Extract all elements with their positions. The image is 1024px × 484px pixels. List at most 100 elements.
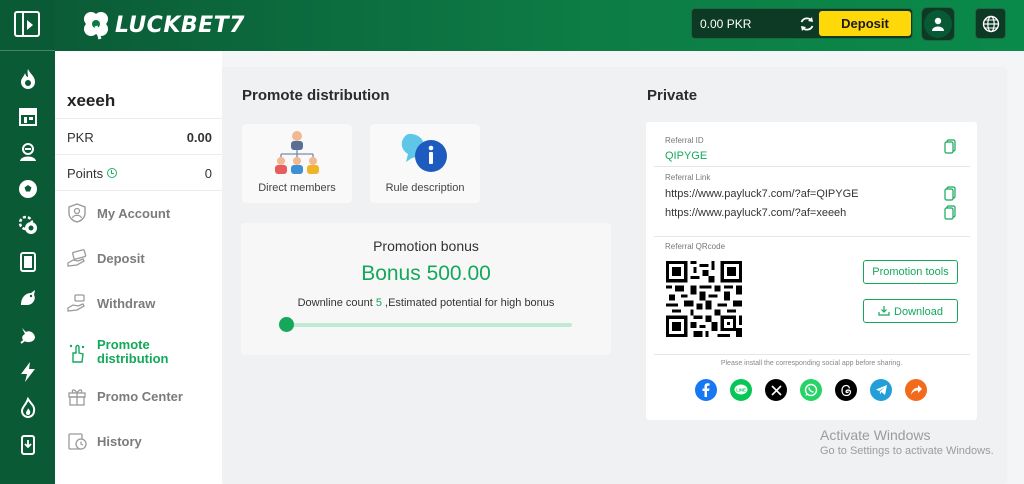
bonus-progress-track bbox=[283, 323, 572, 327]
downline-suffix: ,Estimated potential for high bonus bbox=[385, 297, 555, 309]
sidebar-item-promo-center[interactable]: Promo Center bbox=[55, 376, 222, 416]
downline-prefix: Downline count bbox=[297, 297, 373, 309]
sidebar-item-label: My Account bbox=[97, 206, 171, 221]
watermark-line-1: Activate Windows bbox=[820, 427, 931, 443]
direct-members-card[interactable]: Direct members bbox=[242, 124, 352, 203]
account-sidebar: xeeeh PKR 0.00 Points 0 My Account Depos… bbox=[55, 51, 222, 484]
rail-divider bbox=[0, 50, 55, 51]
divider bbox=[654, 354, 970, 355]
currency-value: 0.00 bbox=[186, 130, 212, 145]
rule-description-card[interactable]: Rule description bbox=[370, 124, 480, 203]
clock-info-icon[interactable] bbox=[107, 168, 118, 178]
download-label: Download bbox=[894, 305, 943, 318]
sidebar-item-label: Promo Center bbox=[97, 389, 183, 404]
sidebar-item-withdraw[interactable]: Withdraw bbox=[55, 283, 222, 323]
bonus-value: Bonus 500.00 bbox=[361, 262, 491, 285]
avatar[interactable] bbox=[921, 7, 955, 41]
main-content: Promote distribution Direct members Rule… bbox=[222, 67, 1007, 484]
gift-icon bbox=[68, 389, 86, 406]
facebook-icon[interactable] bbox=[695, 379, 717, 401]
sidebar-item-label: Deposit bbox=[97, 251, 145, 266]
user-shield-icon bbox=[68, 203, 86, 223]
sidebar-item-my-account[interactable]: My Account bbox=[55, 193, 222, 233]
promote-title: Promote distribution bbox=[242, 87, 390, 104]
threads-icon[interactable] bbox=[835, 379, 857, 401]
cards-icon[interactable] bbox=[15, 249, 41, 275]
sidebar-item-label: History bbox=[97, 434, 142, 449]
download-button[interactable]: Download bbox=[863, 299, 958, 323]
user-avatar-circle bbox=[924, 10, 952, 38]
promotion-bonus-card: Promotion bonus Bonus 500.00 Downline co… bbox=[241, 223, 611, 355]
team-hierarchy-icon bbox=[275, 131, 319, 174]
store-icon[interactable] bbox=[15, 103, 41, 129]
download-app-icon[interactable] bbox=[15, 432, 41, 458]
username: xeeeh bbox=[67, 91, 116, 110]
referral-link-2: https://www.payluck7.com/?af=xeeeh bbox=[665, 207, 847, 219]
watermark-line-2: Go to Settings to activate Windows. bbox=[820, 445, 994, 457]
refresh-icon[interactable] bbox=[798, 15, 816, 33]
svg-text:LINE: LINE bbox=[736, 387, 746, 392]
copy-icon[interactable] bbox=[944, 205, 956, 220]
balance-box: 0.00 PKR Deposit bbox=[691, 8, 913, 39]
language-button[interactable] bbox=[975, 8, 1006, 39]
divider bbox=[654, 166, 970, 167]
points-label: Points bbox=[67, 166, 104, 181]
balance-amount: 0.00 PKR bbox=[700, 17, 752, 31]
sidebar-toggle-icon[interactable] bbox=[14, 11, 40, 37]
bonus-progress-thumb[interactable] bbox=[279, 317, 294, 332]
flame-icon[interactable] bbox=[15, 395, 41, 421]
deposit-hand-icon bbox=[67, 249, 87, 267]
logo[interactable]: LUCKBET7 bbox=[79, 6, 245, 44]
chips-icon[interactable] bbox=[15, 212, 41, 238]
fire-icon[interactable] bbox=[15, 66, 41, 92]
copy-icon[interactable] bbox=[944, 139, 956, 154]
history-icon bbox=[68, 433, 87, 450]
logo-text: LUCKBET7 bbox=[115, 12, 245, 38]
x-icon[interactable] bbox=[765, 379, 787, 401]
fighting-cock-icon[interactable] bbox=[15, 322, 41, 348]
copy-icon[interactable] bbox=[944, 186, 956, 201]
promotion-tools-button[interactable]: Promotion tools bbox=[863, 260, 958, 284]
direct-members-label: Direct members bbox=[258, 182, 336, 194]
bonus-label: Promotion bonus bbox=[373, 238, 479, 254]
withdraw-hand-icon bbox=[67, 294, 85, 312]
share-icon[interactable] bbox=[905, 379, 927, 401]
left-icon-rail bbox=[0, 0, 55, 484]
live-dealer-icon[interactable] bbox=[15, 139, 41, 165]
referral-id-value: QIPYGE bbox=[665, 150, 708, 162]
menu-divider bbox=[55, 190, 222, 191]
sidebar-item-history[interactable]: History bbox=[55, 421, 222, 461]
downline-count: 5 bbox=[375, 297, 382, 309]
user-icon bbox=[932, 17, 944, 31]
downline-text: Downline count 5 ,Estimated potential fo… bbox=[241, 297, 611, 309]
clover-logo-icon bbox=[84, 12, 108, 40]
globe-icon bbox=[982, 15, 999, 32]
currency-label: PKR bbox=[67, 130, 94, 145]
private-card: Referral ID QIPYGE Referral Link https:/… bbox=[646, 122, 977, 420]
currency-row: PKR 0.00 bbox=[55, 118, 222, 154]
referral-link-1: https://www.payluck7.com/?af=QIPYGE bbox=[665, 188, 859, 200]
sidebar-item-label: Withdraw bbox=[97, 296, 156, 311]
download-icon bbox=[878, 305, 890, 316]
top-header: LUCKBET7 0.00 PKR Deposit bbox=[55, 0, 1024, 51]
soccer-ball-icon[interactable] bbox=[15, 176, 41, 202]
telegram-icon[interactable] bbox=[870, 379, 892, 401]
sidebar-item-label: Promote distribution bbox=[97, 337, 169, 366]
points-value: 0 bbox=[204, 166, 212, 181]
referral-qr-code bbox=[666, 261, 742, 337]
referral-id-label: Referral ID bbox=[665, 136, 704, 145]
windows-activation-watermark: Activate Windows Go to Settings to activ… bbox=[820, 427, 994, 457]
sidebar-item-deposit[interactable]: Deposit bbox=[55, 238, 222, 278]
line-icon[interactable]: LINE bbox=[730, 379, 752, 401]
sidebar-item-promote-distribution[interactable]: Promote distribution bbox=[55, 333, 222, 373]
rooster-icon[interactable] bbox=[15, 285, 41, 311]
rule-description-label: Rule description bbox=[385, 182, 465, 194]
share-note: Please install the corresponding social … bbox=[720, 360, 903, 367]
divider bbox=[654, 236, 970, 237]
info-chat-icon bbox=[401, 133, 447, 172]
promote-hand-icon bbox=[69, 344, 85, 363]
referral-link-label: Referral Link bbox=[665, 173, 711, 182]
whatsapp-icon[interactable] bbox=[800, 379, 822, 401]
lightning-icon[interactable] bbox=[15, 359, 41, 385]
deposit-button[interactable]: Deposit bbox=[819, 11, 911, 36]
